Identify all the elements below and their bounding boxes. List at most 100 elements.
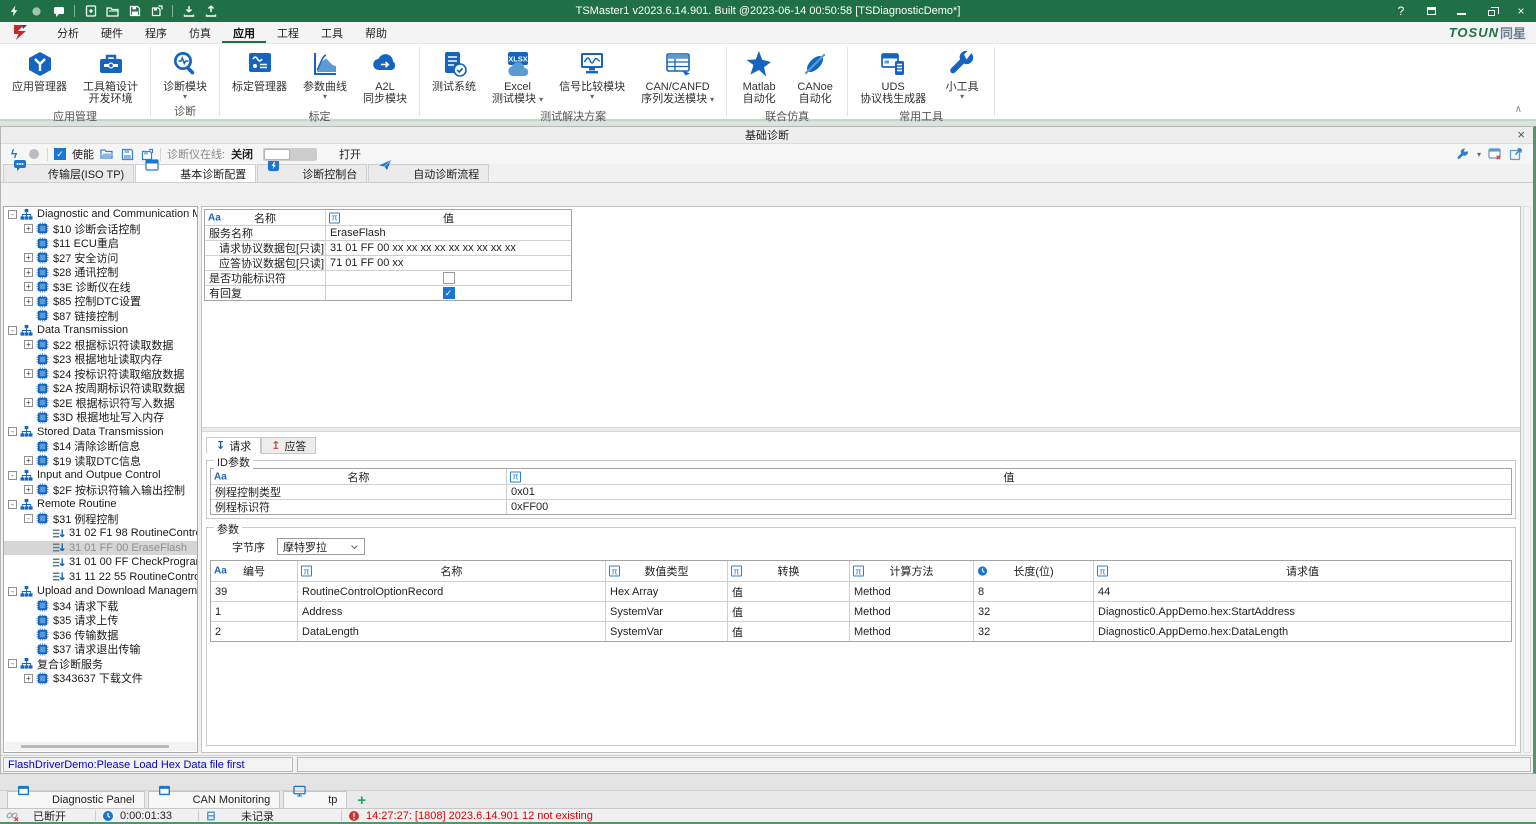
menu-item[interactable]: 工程 bbox=[266, 22, 310, 43]
tree-node[interactable]: -复合诊断服务 bbox=[4, 657, 197, 672]
ribbon-button[interactable]: 信号比较模块 ▾ bbox=[553, 46, 631, 101]
tree-expander[interactable]: + bbox=[24, 253, 33, 262]
ribbon-button[interactable]: CANoe自动化 bbox=[789, 46, 841, 106]
tree-expander[interactable]: + bbox=[24, 456, 33, 465]
tree-expander[interactable]: + bbox=[24, 485, 33, 494]
menu-item[interactable]: 硬件 bbox=[90, 22, 134, 43]
save-icon[interactable] bbox=[128, 5, 141, 18]
tree-node[interactable]: +$19 读取DTC信息 bbox=[4, 454, 197, 469]
ribbon-button[interactable]: Matlab自动化 bbox=[733, 46, 785, 106]
enable-checkbox[interactable]: ✓ bbox=[54, 148, 66, 160]
tree-node[interactable]: $2A 按周期标识符读取数据 bbox=[4, 381, 197, 396]
help-icon[interactable]: ? bbox=[1394, 4, 1408, 18]
menu-item[interactable]: 工具 bbox=[310, 22, 354, 43]
param-row[interactable]: 2DataLengthSystemVar值Method32Diagnostic0… bbox=[211, 621, 1511, 641]
tree-horizontal-scrollbar[interactable] bbox=[5, 742, 196, 751]
restore-icon[interactable] bbox=[1484, 4, 1498, 18]
tree-node[interactable]: -Stored Data Transmission bbox=[4, 425, 197, 440]
export-icon[interactable] bbox=[1509, 147, 1523, 161]
tree-node[interactable]: +$2E 根据标识符写入数据 bbox=[4, 396, 197, 411]
tree-node[interactable]: -$31 例程控制 bbox=[4, 512, 197, 527]
ribbon-button[interactable]: XLSX Excel测试模块 ▾ bbox=[486, 46, 549, 106]
tree-node[interactable]: -Upload and Download Management bbox=[4, 584, 197, 599]
tree-node[interactable]: +$2F 按标识符输入输出控制 bbox=[4, 483, 197, 498]
tree-node[interactable]: +$27 安全访问 bbox=[4, 251, 197, 266]
upload-icon[interactable] bbox=[204, 5, 217, 18]
open-file-icon[interactable] bbox=[106, 5, 119, 18]
property-value[interactable]: 31 01 FF 00 xx xx xx xx xx xx xx xx xx bbox=[325, 241, 571, 255]
ribbon-button[interactable]: 测试系统 bbox=[426, 46, 482, 94]
ribbon-button[interactable]: 小工具 ▾ bbox=[936, 46, 988, 101]
menu-item[interactable]: 应用 bbox=[222, 22, 266, 43]
param-row[interactable]: 1AddressSystemVar值Method32Diagnostic0.Ap… bbox=[211, 601, 1511, 621]
settings-caret-icon[interactable]: ▾ bbox=[1477, 151, 1481, 158]
ribbon-button[interactable]: 参数曲线 ▾ bbox=[297, 46, 353, 101]
ribbon-button[interactable]: 应用管理器 bbox=[6, 46, 73, 94]
tree-expander[interactable]: + bbox=[24, 224, 33, 233]
open-config-icon[interactable] bbox=[100, 147, 114, 161]
tree-expander[interactable]: - bbox=[8, 587, 17, 596]
tree-node[interactable]: $34 请求下载 bbox=[4, 599, 197, 614]
menu-item[interactable]: 帮助 bbox=[354, 22, 398, 43]
tree-node[interactable]: $23 根据地址读取内存 bbox=[4, 352, 197, 367]
tree-node[interactable]: +$3E 诊断仪在线 bbox=[4, 280, 197, 295]
minimize-icon[interactable] bbox=[1454, 4, 1468, 18]
new-file-icon[interactable] bbox=[84, 5, 97, 18]
tree-node[interactable]: -Data Transmission bbox=[4, 323, 197, 338]
ribbon-button[interactable]: UDS协议栈生成器 bbox=[854, 46, 932, 106]
tree-expander[interactable]: + bbox=[24, 282, 33, 291]
tree-node[interactable]: $37 请求退出传输 bbox=[4, 642, 197, 657]
ribbon-button[interactable]: 标定管理器 bbox=[226, 46, 293, 94]
tree-expander[interactable]: + bbox=[24, 297, 33, 306]
tree-node[interactable]: 31 02 F1 98 RoutineControl bbox=[4, 526, 197, 541]
pin-icon[interactable] bbox=[1424, 4, 1438, 18]
close-window-icon[interactable] bbox=[1488, 147, 1502, 161]
tree-node[interactable]: 31 01 00 FF CheckProgram bbox=[4, 555, 197, 570]
response-tab[interactable]: ↥ 应答 bbox=[261, 437, 316, 454]
tree-node[interactable]: $11 ECU重启 bbox=[4, 236, 197, 251]
tree-expander[interactable]: + bbox=[24, 674, 33, 683]
tree-node[interactable]: $14 清除诊断信息 bbox=[4, 439, 197, 454]
ribbon-button[interactable]: CAN/CANFD序列发送模块 ▾ bbox=[635, 46, 720, 106]
panel-tab[interactable]: 自动诊断流程 bbox=[368, 164, 489, 182]
tree-node[interactable]: 31 01 FF 00 EraseFlash bbox=[4, 541, 197, 556]
workspace-tab[interactable]: CAN Monitoring bbox=[148, 791, 281, 808]
tree-expander[interactable]: + bbox=[24, 369, 33, 378]
add-tab-icon[interactable]: + bbox=[350, 793, 373, 808]
ribbon-button[interactable]: A2L同步模块 bbox=[357, 46, 413, 106]
tree-node[interactable]: -Input and Outpue Control bbox=[4, 468, 197, 483]
save-as-icon[interactable] bbox=[150, 5, 163, 18]
tree-expander[interactable]: + bbox=[24, 340, 33, 349]
tree-expander[interactable]: - bbox=[24, 514, 33, 523]
ribbon-button[interactable]: 工具箱设计开发环境 bbox=[77, 46, 144, 106]
panel-vertical-scrollbar[interactable] bbox=[1523, 206, 1531, 753]
ribbon-button[interactable]: 诊断模块 ▾ bbox=[157, 46, 213, 101]
panel-close-icon[interactable]: × bbox=[1517, 127, 1525, 143]
byte-order-select[interactable]: 摩特罗拉 bbox=[277, 538, 365, 555]
tree-node[interactable]: $35 请求上传 bbox=[4, 613, 197, 628]
request-tab[interactable]: ↧ 请求 bbox=[206, 437, 261, 454]
tree-node[interactable]: +$85 控制DTC设置 bbox=[4, 294, 197, 309]
param-value[interactable]: 0x01 bbox=[506, 485, 1511, 499]
tree-expander[interactable]: - bbox=[8, 210, 17, 219]
tree-node[interactable]: +$28 通讯控制 bbox=[4, 265, 197, 280]
chat-icon[interactable] bbox=[52, 5, 65, 18]
tree-expander[interactable]: - bbox=[8, 500, 17, 509]
menu-item[interactable]: 仿真 bbox=[178, 22, 222, 43]
checkbox[interactable] bbox=[443, 272, 455, 284]
close-icon[interactable]: × bbox=[1514, 4, 1528, 18]
tree-node[interactable]: -Diagnostic and Communication Management bbox=[4, 207, 197, 222]
record-circle-icon[interactable] bbox=[30, 5, 43, 18]
tree-node[interactable]: $3D 根据地址写入内存 bbox=[4, 410, 197, 425]
workspace-tab[interactable]: Diagnostic Panel bbox=[7, 791, 145, 808]
checkbox[interactable]: ✓ bbox=[443, 287, 455, 299]
tree-node[interactable]: $36 传输数据 bbox=[4, 628, 197, 643]
tree-expander[interactable]: - bbox=[8, 659, 17, 668]
download-icon[interactable] bbox=[182, 5, 195, 18]
tree-expander[interactable]: - bbox=[8, 471, 17, 480]
tree-node[interactable]: +$10 诊断会话控制 bbox=[4, 222, 197, 237]
tree-node[interactable]: +$22 根据标识符读取数据 bbox=[4, 338, 197, 353]
property-value[interactable]: EraseFlash bbox=[325, 226, 571, 240]
tree-node[interactable]: 31 11 22 55 RoutineControl3 bbox=[4, 570, 197, 585]
tree-node[interactable]: -Remote Routine bbox=[4, 497, 197, 512]
